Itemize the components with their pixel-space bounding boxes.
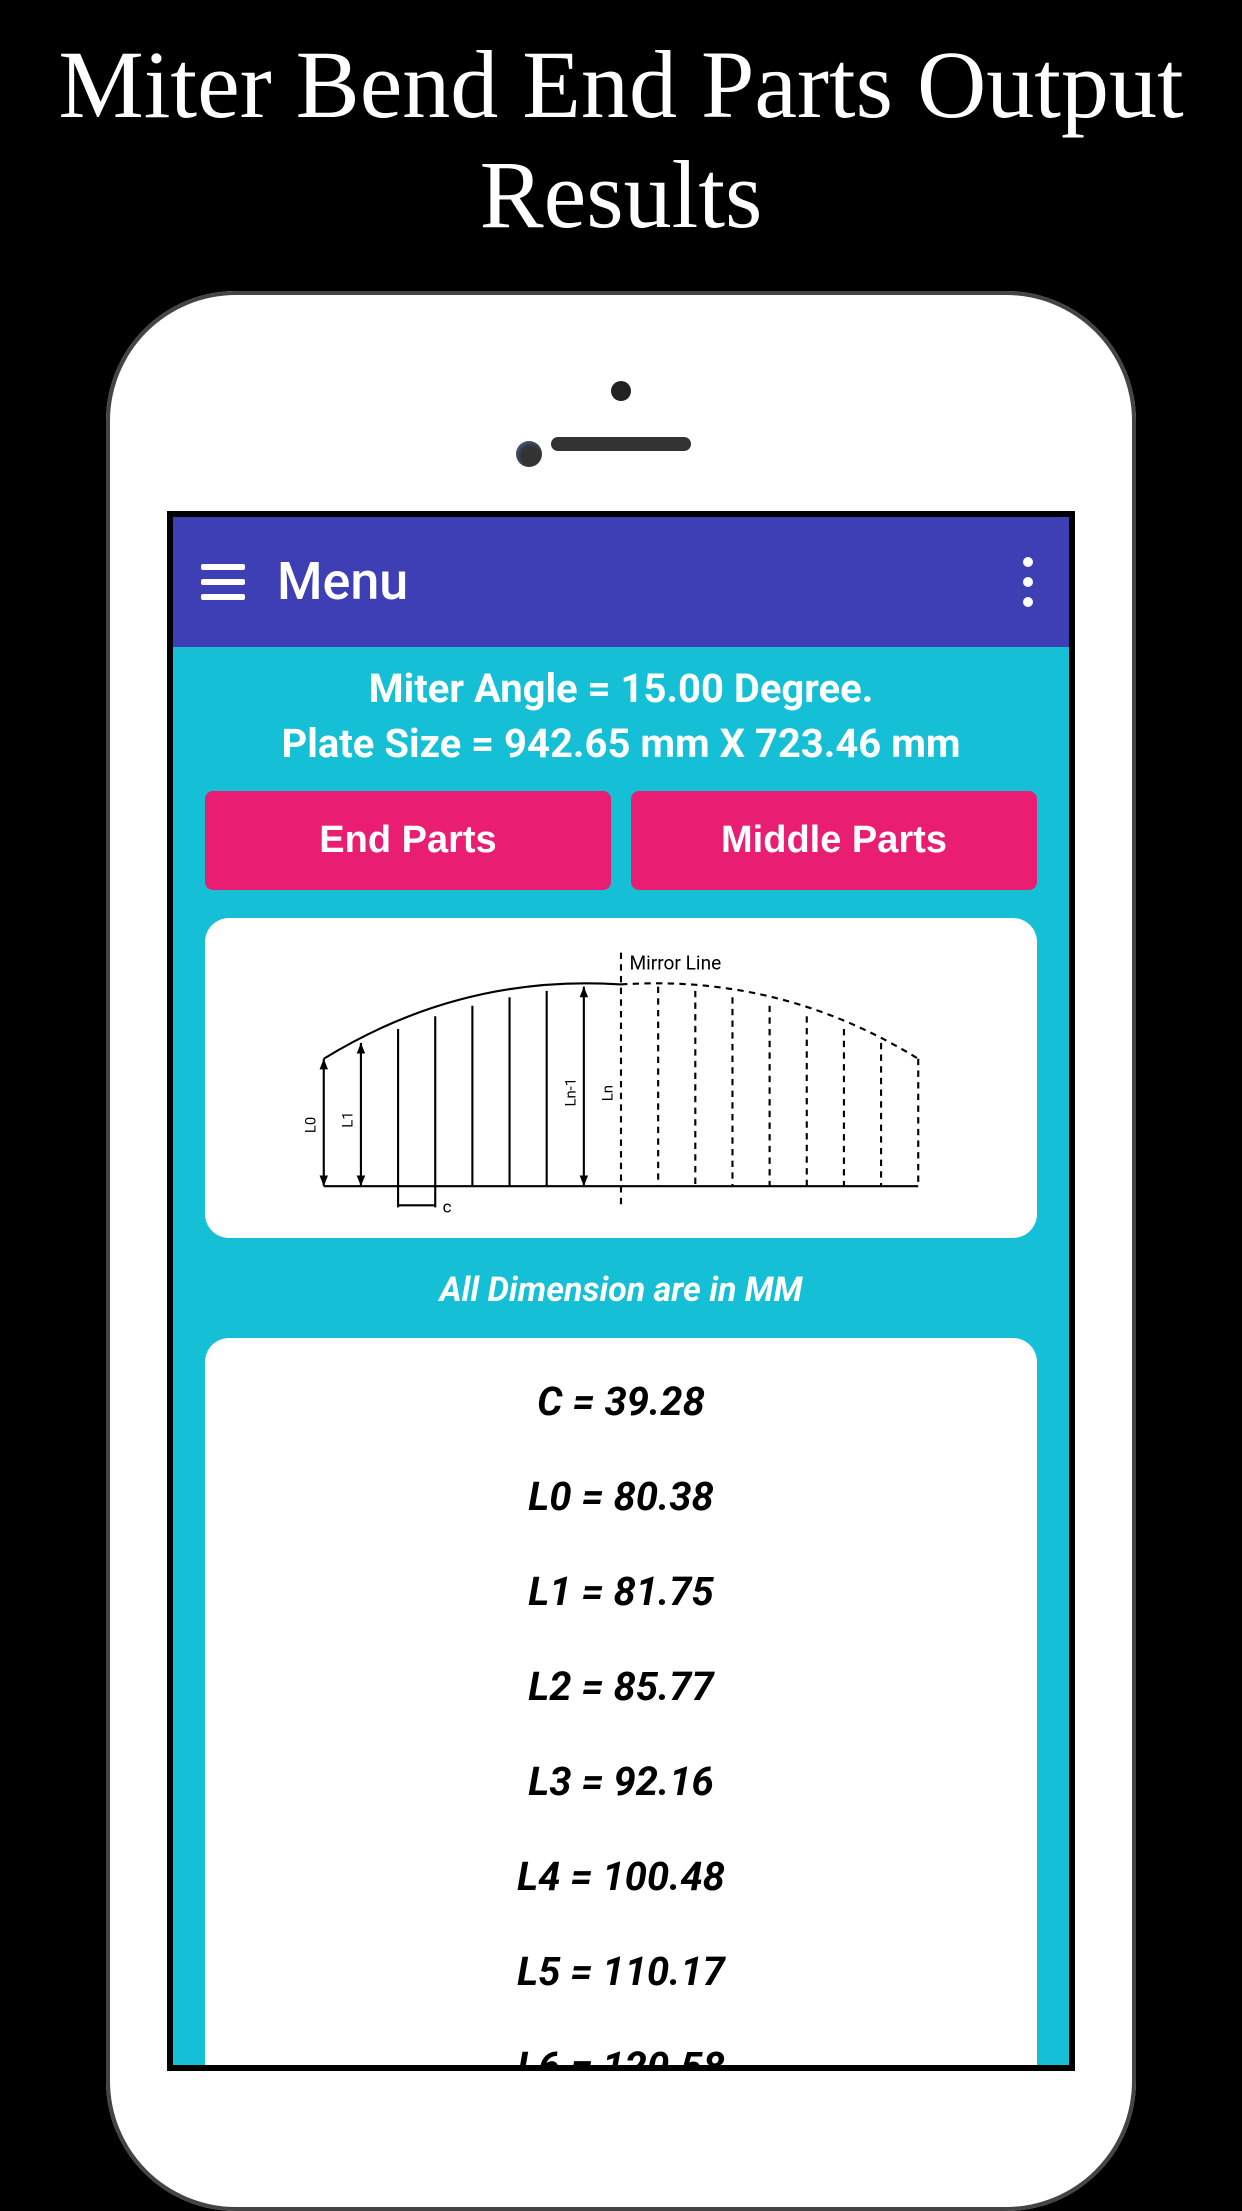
- mirror-line-label: Mirror Line: [629, 951, 721, 974]
- phone-inner: Menu Miter Angle = 15.00 Degree. Plate S…: [136, 321, 1106, 2181]
- hamburger-icon[interactable]: [201, 564, 245, 600]
- value-c: C = 39.28: [235, 1378, 1007, 1425]
- value-l3: L3 = 92.16: [235, 1758, 1007, 1805]
- dimension-note: All Dimension are in MM: [205, 1270, 1037, 1310]
- tab-buttons: End Parts Middle Parts: [205, 791, 1037, 890]
- value-l6: L6 = 120.58: [235, 2043, 1007, 2071]
- content: Miter Angle = 15.00 Degree. Plate Size =…: [173, 647, 1069, 2071]
- phone-sensor: [611, 381, 631, 401]
- middle-parts-button[interactable]: Middle Parts: [631, 791, 1037, 890]
- app-screen: Menu Miter Angle = 15.00 Degree. Plate S…: [167, 511, 1075, 2071]
- plate-size-text: Plate Size = 942.65 mm X 723.46 mm: [205, 720, 1037, 767]
- values-card: C = 39.28 L0 = 80.38 L1 = 81.75 L2 = 85.…: [205, 1338, 1037, 2071]
- miter-angle-text: Miter Angle = 15.00 Degree.: [205, 665, 1037, 712]
- app-bar-left: Menu: [201, 551, 408, 612]
- c-label: c: [443, 1197, 452, 1217]
- end-parts-button[interactable]: End Parts: [205, 791, 611, 890]
- app-bar-title: Menu: [277, 551, 408, 612]
- more-vert-icon[interactable]: [1015, 549, 1041, 615]
- miter-diagram: Mirror Line: [245, 942, 997, 1218]
- promo-title: Miter Bend End Parts Output Results: [0, 0, 1242, 271]
- app-bar: Menu: [173, 517, 1069, 647]
- value-l4: L4 = 100.48: [235, 1853, 1007, 1900]
- ln-label: Ln: [599, 1085, 617, 1101]
- value-l0: L0 = 80.38: [235, 1473, 1007, 1520]
- phone-frame: Menu Miter Angle = 15.00 Degree. Plate S…: [106, 291, 1136, 2211]
- value-l1: L1 = 81.75: [235, 1568, 1007, 1615]
- value-l2: L2 = 85.77: [235, 1663, 1007, 1710]
- ln1-label: Ln-1: [561, 1078, 579, 1107]
- value-l5: L5 = 110.17: [235, 1948, 1007, 1995]
- l1-label: L1: [338, 1111, 356, 1127]
- phone-camera: [516, 441, 542, 467]
- l0-label: L0: [301, 1116, 319, 1132]
- phone-speaker: [551, 437, 691, 451]
- diagram-card: Mirror Line: [205, 918, 1037, 1238]
